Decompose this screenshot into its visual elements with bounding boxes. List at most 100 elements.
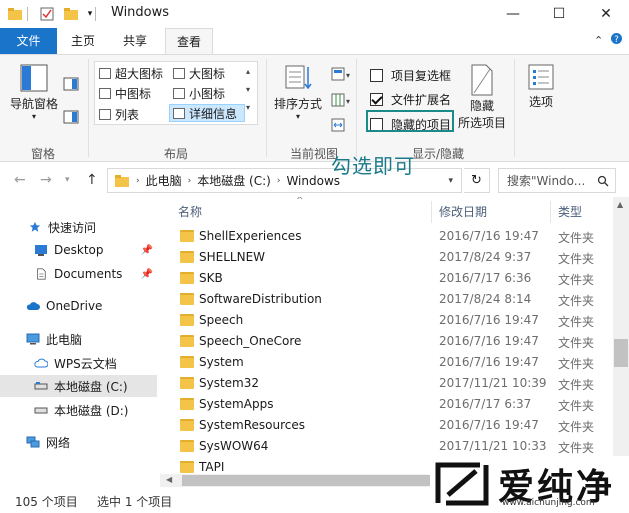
layout-large-icons[interactable]: 大图标 [173, 64, 225, 82]
show-hide-group-label: 显示/隐藏 [412, 147, 465, 161]
row-type: 文件夹 [558, 378, 595, 392]
size-columns-icon[interactable] [331, 118, 347, 135]
refresh-button[interactable]: ↻ [464, 168, 490, 193]
add-columns-icon[interactable]: ▾ [331, 93, 351, 110]
vertical-scrollbar[interactable]: ▲ [613, 197, 629, 474]
properties-icon[interactable] [38, 5, 56, 23]
group-divider [356, 59, 357, 157]
table-row[interactable]: System 2016/7/16 19:47 文件夹 [160, 352, 613, 373]
table-row[interactable]: SHELLNEW 2017/8/24 9:37 文件夹 [160, 247, 613, 268]
ribbon-tabs: 文件 主页 共享 查看 ⌃ ? [0, 28, 629, 55]
nav-item-label: 本地磁盘 (D:) [54, 403, 129, 418]
table-row[interactable]: Speech 2016/7/16 19:47 文件夹 [160, 310, 613, 331]
nav-item-network[interactable]: 网络 [0, 431, 157, 453]
address-bar: ← → ▾ ↑ › 此电脑 › 本地磁盘 (C:) › Windows ▾ ↻ … [0, 163, 629, 197]
maximize-button[interactable]: ☐ [536, 0, 582, 28]
hidden-items-highlight [366, 110, 454, 132]
nav-item-quick-access[interactable]: 快速访问 [0, 216, 157, 238]
breadcrumb-separator-icon: › [187, 175, 192, 186]
help-icon[interactable]: ? [610, 32, 623, 48]
back-button[interactable]: ← [14, 172, 26, 188]
recent-locations-icon[interactable]: ▾ [65, 175, 70, 185]
tab-home[interactable]: 主页 [60, 28, 106, 54]
file-extensions-checkbox[interactable] [370, 93, 383, 106]
forward-button[interactable]: → [40, 172, 52, 188]
column-divider[interactable] [431, 201, 432, 223]
pin-icon[interactable]: 📌 [141, 269, 153, 280]
table-row[interactable]: SoftwareDistribution 2017/8/24 8:14 文件夹 [160, 289, 613, 310]
scroll-left-icon[interactable]: ◀ [166, 475, 172, 484]
row-name: Speech_OneCore [199, 334, 302, 348]
table-row[interactable]: SysWOW64 2017/11/21 10:33 文件夹 [160, 436, 613, 457]
sort-by-button[interactable]: 排序方式 ▾ [272, 63, 324, 121]
options-icon [528, 64, 554, 90]
breadcrumb-this-pc[interactable]: 此电脑 [146, 172, 182, 189]
close-button[interactable]: ✕ [583, 0, 629, 28]
computer-icon [26, 333, 40, 345]
horizontal-scroll-thumb[interactable] [182, 475, 430, 486]
vertical-scroll-thumb[interactable] [614, 339, 628, 367]
column-header-type[interactable]: 类型 [558, 197, 582, 227]
new-folder-icon[interactable] [62, 5, 80, 23]
row-type: 文件夹 [558, 294, 595, 308]
item-checkboxes-checkbox[interactable] [370, 69, 383, 82]
up-button[interactable]: ↑ [86, 172, 98, 188]
nav-item-desktop[interactable]: Desktop 📌 [0, 239, 157, 261]
selection-count: 选中 1 个项目 [97, 495, 173, 509]
tab-share[interactable]: 共享 [111, 28, 159, 54]
details-pane-icon[interactable] [63, 110, 79, 127]
layout-scroll-arrows[interactable]: ▴ ▾ ▾ [246, 63, 250, 117]
table-row[interactable]: SKB 2016/7/17 6:36 文件夹 [160, 268, 613, 289]
breadcrumb-local-disk[interactable]: 本地磁盘 (C:) [197, 172, 271, 189]
options-button[interactable]: 选项 [520, 63, 562, 110]
layout-details[interactable]: 详细信息 [169, 104, 245, 122]
nav-item-wps-cloud[interactable]: WPS云文档 [0, 352, 157, 374]
navigation-pane-button[interactable]: 导航窗格 ▾ [8, 63, 60, 121]
folder-icon [115, 174, 129, 187]
table-row[interactable]: ShellExperiences 2016/7/16 19:47 文件夹 [160, 226, 613, 247]
layout-item-label: 大图标 [189, 66, 226, 81]
file-extensions-option[interactable]: 文件扩展名 [370, 91, 451, 108]
search-box[interactable]: 搜索"Windo... [498, 168, 616, 193]
nav-item-local-disk-c[interactable]: 本地磁盘 (C:) [0, 375, 157, 397]
layout-group-label: 布局 [164, 147, 189, 161]
nav-item-local-disk-d[interactable]: 本地磁盘 (D:) [0, 399, 157, 421]
svg-text:▾: ▾ [346, 97, 350, 106]
horizontal-scrollbar[interactable]: ◀ [160, 474, 430, 487]
nav-item-label: 网络 [46, 435, 71, 450]
pin-icon[interactable]: 📌 [141, 245, 153, 256]
nav-item-documents[interactable]: Documents 📌 [0, 263, 157, 285]
collapse-ribbon-icon[interactable]: ⌃ [594, 34, 603, 47]
tab-view[interactable]: 查看 [165, 28, 213, 55]
layout-gallery: 超大图标 大图标 中图标 小图标 列表 详细信息 [94, 61, 258, 125]
row-name: System [199, 355, 244, 369]
drive-icon [34, 382, 48, 390]
table-row[interactable]: System32 2017/11/21 10:39 文件夹 [160, 373, 613, 394]
row-type: 文件夹 [558, 273, 595, 287]
folder-icon [180, 230, 194, 242]
nav-item-this-pc[interactable]: 此电脑 [0, 328, 157, 350]
item-checkboxes-option[interactable]: 项目复选框 [370, 67, 451, 84]
layout-medium-icons[interactable]: 中图标 [99, 84, 151, 102]
nav-item-onedrive[interactable]: OneDrive [0, 295, 157, 317]
table-row[interactable]: SystemResources 2016/7/16 19:47 文件夹 [160, 415, 613, 436]
table-row[interactable]: SystemApps 2016/7/17 6:37 文件夹 [160, 394, 613, 415]
column-divider[interactable] [550, 201, 551, 223]
tab-file[interactable]: 文件 [0, 28, 57, 54]
preview-pane-icon[interactable] [63, 77, 79, 94]
ribbon: 导航窗格 ▾ 窗格 超大图标 大图标 中图标 小图标 列表 详细信息 ▴ ▾ ▾ 布… [0, 54, 629, 162]
table-row[interactable]: Speech_OneCore 2016/7/16 19:47 文件夹 [160, 331, 613, 352]
group-by-icon[interactable]: ▾ [331, 67, 351, 84]
layout-small-icons[interactable]: 小图标 [173, 84, 225, 102]
column-header-date[interactable]: 修改日期 [439, 197, 487, 227]
address-history-icon[interactable]: ▾ [448, 176, 453, 186]
scroll-up-icon[interactable]: ▲ [617, 200, 623, 209]
layout-extra-large-icons[interactable]: 超大图标 [99, 64, 163, 82]
annotation-text: 勾选即可 [331, 154, 415, 178]
hide-selected-items-button[interactable]: 隐藏 所选项目 [458, 63, 506, 131]
layout-list[interactable]: 列表 [99, 105, 139, 123]
minimize-button[interactable]: — [490, 0, 536, 28]
layout-item-label: 详细信息 [189, 106, 238, 121]
column-header-name[interactable]: 名称 [178, 197, 202, 227]
row-date: 2017/11/21 10:39 [439, 376, 547, 390]
